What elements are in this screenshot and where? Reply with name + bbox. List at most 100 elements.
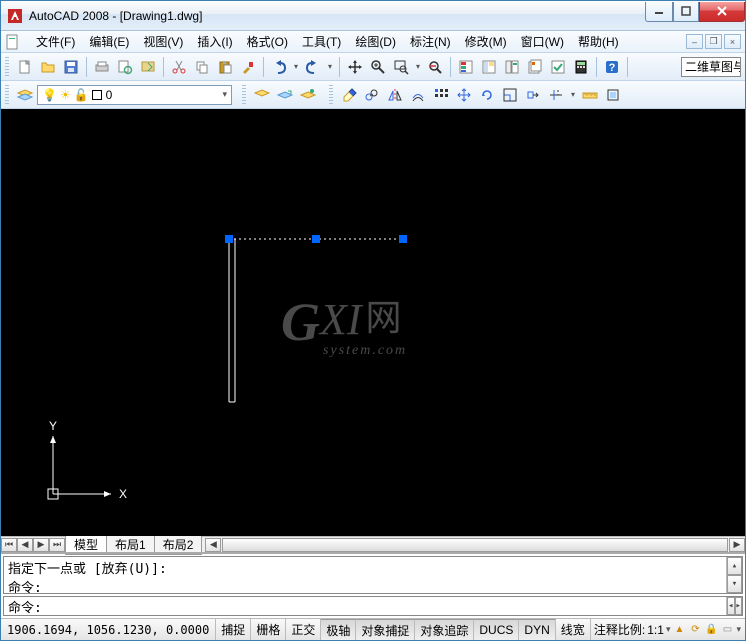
layer-previous-button[interactable] xyxy=(274,84,296,106)
toolbar-grip[interactable] xyxy=(242,85,246,105)
scroll-down-button[interactable]: ▾ xyxy=(727,575,742,593)
redo-button[interactable] xyxy=(302,56,324,78)
menu-view[interactable]: 视图(V) xyxy=(136,31,190,52)
plot-button[interactable] xyxy=(91,56,113,78)
offset-button[interactable] xyxy=(407,84,429,106)
menu-window[interactable]: 窗口(W) xyxy=(514,31,571,52)
toolbar-grip[interactable] xyxy=(329,85,333,105)
zoom-window-button[interactable] xyxy=(390,56,412,78)
chevron-down-icon[interactable]: ▾ xyxy=(666,624,671,635)
close-button[interactable] xyxy=(699,2,745,22)
grip-endpoint[interactable] xyxy=(399,235,407,243)
sheetset-button[interactable] xyxy=(524,56,546,78)
cut-button[interactable] xyxy=(168,56,190,78)
anno-autoscale-icon[interactable]: ⟳ xyxy=(688,623,702,637)
calculator-button[interactable] xyxy=(570,56,592,78)
workspace-selector[interactable]: 二维草图与 xyxy=(681,57,741,77)
menu-modify[interactable]: 修改(M) xyxy=(458,31,514,52)
drawing-canvas[interactable]: GXI网 system.com X Y xyxy=(1,109,745,536)
pan-button[interactable] xyxy=(344,56,366,78)
publish-button[interactable] xyxy=(137,56,159,78)
new-button[interactable] xyxy=(14,56,36,78)
menu-file[interactable]: 文件(F) xyxy=(29,31,82,52)
mirror-button[interactable] xyxy=(384,84,406,106)
lwt-toggle[interactable]: 线宽 xyxy=(556,619,591,640)
redo-dropdown[interactable]: ▾ xyxy=(325,56,335,78)
zoom-dropdown[interactable]: ▾ xyxy=(413,56,423,78)
markup-button[interactable] xyxy=(547,56,569,78)
menu-draw[interactable]: 绘图(D) xyxy=(348,31,403,52)
scroll-right-button[interactable]: ▸ xyxy=(735,597,743,615)
anno-visibility-icon[interactable]: ▲ xyxy=(672,623,686,637)
tab-next-button[interactable]: ▶ xyxy=(33,538,49,552)
erase-button[interactable] xyxy=(338,84,360,106)
menu-help[interactable]: 帮助(H) xyxy=(571,31,626,52)
scroll-up-button[interactable]: ▴ xyxy=(727,557,742,575)
hscroll-thumb[interactable] xyxy=(222,538,728,552)
designcenter-button[interactable] xyxy=(478,56,500,78)
array-button[interactable] xyxy=(430,84,452,106)
layer-dropdown[interactable]: 💡 ☀ 🔓 0 ▾ xyxy=(37,85,232,105)
copy-button[interactable] xyxy=(191,56,213,78)
toolpalettes-button[interactable] xyxy=(501,56,523,78)
command-history[interactable]: 指定下一点或 [放弃(U)]: 命令: ▴ ▾ xyxy=(3,556,743,594)
lock-icon[interactable]: 🔒 xyxy=(704,623,718,637)
measure-button[interactable] xyxy=(579,84,601,106)
minimize-button[interactable] xyxy=(645,2,673,22)
move-button[interactable] xyxy=(453,84,475,106)
open-button[interactable] xyxy=(37,56,59,78)
anno-scale-value[interactable]: 1:1 xyxy=(647,623,664,637)
paste-button[interactable] xyxy=(214,56,236,78)
mdi-close-button[interactable]: × xyxy=(724,34,741,49)
zoom-previous-button[interactable] xyxy=(424,56,446,78)
command-input[interactable]: 命令: ◂ ▸ xyxy=(3,596,743,616)
menu-dimension[interactable]: 标注(N) xyxy=(403,31,458,52)
help-button[interactable]: ? xyxy=(601,56,623,78)
matchprop-button[interactable] xyxy=(237,56,259,78)
layer-manager-button[interactable] xyxy=(14,84,36,106)
mdi-restore-button[interactable]: ❐ xyxy=(705,34,722,49)
ortho-toggle[interactable]: 正交 xyxy=(286,619,321,640)
toolbar-grip[interactable] xyxy=(5,85,9,105)
menu-format[interactable]: 格式(O) xyxy=(240,31,295,52)
tab-last-button[interactable]: ⏭ xyxy=(49,538,65,552)
grip-midpoint[interactable] xyxy=(312,235,320,243)
tab-prev-button[interactable]: ◀ xyxy=(17,538,33,552)
menu-edit[interactable]: 编辑(E) xyxy=(82,31,136,52)
hscroll-right-button[interactable]: ▶ xyxy=(729,538,745,552)
scale-button[interactable] xyxy=(499,84,521,106)
coordinates-display[interactable]: 1906.1694, 1056.1230, 0.0000 xyxy=(1,619,216,640)
menu-tools[interactable]: 工具(T) xyxy=(295,31,348,52)
grid-toggle[interactable]: 栅格 xyxy=(251,619,286,640)
tray-icon[interactable]: ▭ xyxy=(720,623,734,637)
osnap-toggle[interactable]: 对象捕捉 xyxy=(356,619,415,640)
stretch-button[interactable] xyxy=(522,84,544,106)
trim-button[interactable] xyxy=(545,84,567,106)
grip-endpoint[interactable] xyxy=(225,235,233,243)
layer-isolate-button[interactable] xyxy=(297,84,319,106)
maximize-button[interactable] xyxy=(673,2,699,22)
dyn-toggle[interactable]: DYN xyxy=(519,619,555,640)
trim-dropdown[interactable]: ▾ xyxy=(568,84,578,106)
scroll-left-button[interactable]: ◂ xyxy=(727,597,735,615)
properties-button[interactable] xyxy=(455,56,477,78)
layer-states-button[interactable] xyxy=(251,84,273,106)
copy-obj-button[interactable] xyxy=(361,84,383,106)
otrack-toggle[interactable]: 对象追踪 xyxy=(415,619,474,640)
ducs-toggle[interactable]: DUCS xyxy=(474,619,519,640)
chevron-down-icon[interactable]: ▾ xyxy=(736,624,741,635)
plot-preview-button[interactable] xyxy=(114,56,136,78)
tab-first-button[interactable]: ⏮ xyxy=(1,538,17,552)
mdi-minimize-button[interactable]: – xyxy=(686,34,703,49)
undo-button[interactable] xyxy=(268,56,290,78)
snap-toggle[interactable]: 捕捉 xyxy=(216,619,251,640)
toolbar-grip[interactable] xyxy=(5,57,9,77)
hscroll-left-button[interactable]: ◀ xyxy=(205,538,221,552)
undo-dropdown[interactable]: ▾ xyxy=(291,56,301,78)
block-button[interactable] xyxy=(602,84,624,106)
zoom-realtime-button[interactable] xyxy=(367,56,389,78)
rotate-button[interactable] xyxy=(476,84,498,106)
menu-insert[interactable]: 插入(I) xyxy=(190,31,239,52)
save-button[interactable] xyxy=(60,56,82,78)
polar-toggle[interactable]: 极轴 xyxy=(321,619,356,640)
